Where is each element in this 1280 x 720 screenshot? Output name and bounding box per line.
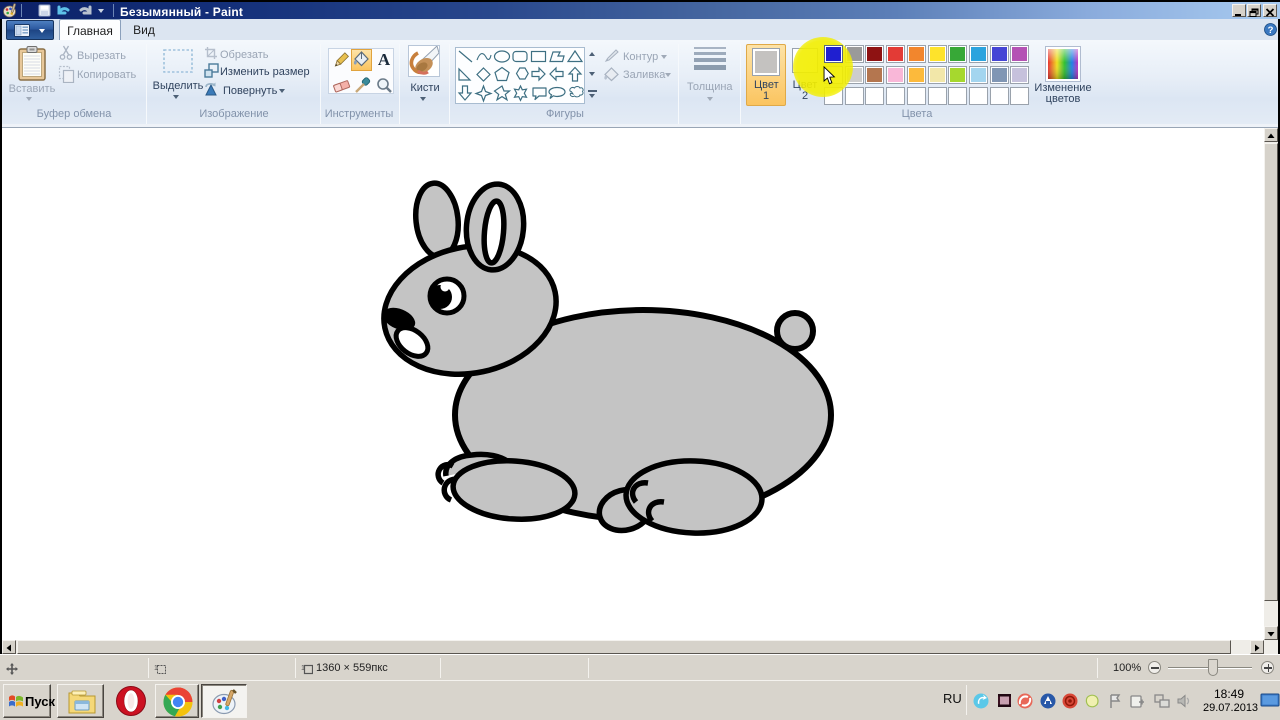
svg-text:?: ? bbox=[1268, 25, 1274, 36]
